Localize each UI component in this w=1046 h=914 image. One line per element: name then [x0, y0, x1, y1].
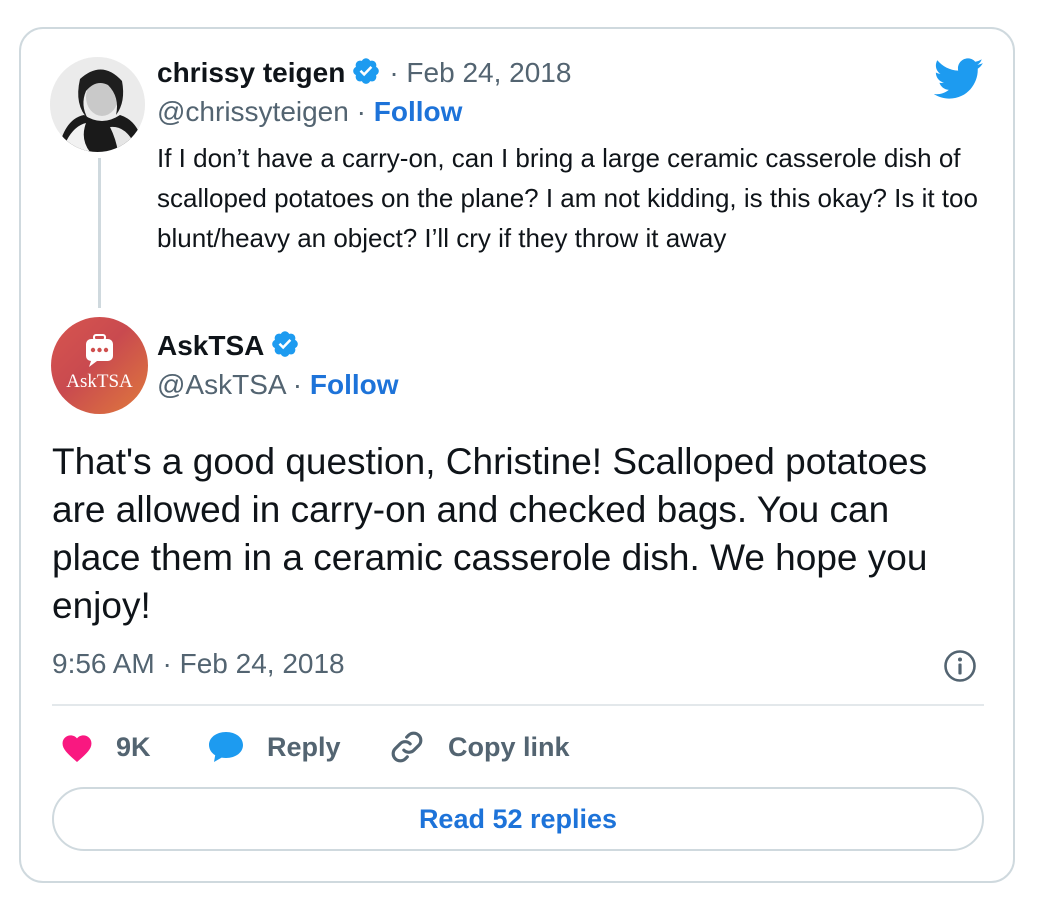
read-replies-label: Read 52 replies [418, 803, 618, 834]
quoted-follow-link[interactable]: Follow [374, 96, 463, 127]
quoted-date[interactable]: · Feb 24, 2018 [389, 57, 571, 88]
tweet-timestamp[interactable]: 9:56 AM · Feb 24, 2018 [52, 648, 345, 680]
chrissy-avatar[interactable] [50, 57, 145, 152]
quoted-tweet-text: If I don’t have a carry-on, can I bring … [157, 143, 978, 253]
twitter-bird-icon[interactable] [933, 58, 984, 100]
like-button[interactable]: 9K [60, 727, 151, 767]
reply-bubble-icon [207, 730, 245, 764]
read-replies-button[interactable]: Read 52 replies [52, 787, 984, 851]
verified-badge-icon [270, 329, 300, 366]
reply-author-header: AskTSA [157, 329, 300, 366]
quoted-author-header: chrissy teigen · Feb 24, 2018 [157, 56, 571, 93]
reply-handle-row: @AskTSA · Follow [157, 369, 399, 400]
link-icon [388, 728, 426, 766]
asktsa-avatar[interactable]: AskTSA [51, 317, 148, 414]
reply-label: Reply [267, 731, 341, 762]
quoted-handle[interactable]: @chrissyteigen [157, 96, 349, 127]
thread-line [98, 158, 101, 308]
heart-icon [60, 731, 94, 763]
reply-tweet-text: That's a good question, Christine! Scall… [52, 441, 928, 626]
asktsa-avatar-text: AskTSA [66, 371, 133, 392]
copy-link-button[interactable]: Copy link [388, 727, 570, 767]
info-icon[interactable] [943, 649, 977, 683]
quoted-handle-row: @chrissyteigen · Follow [157, 96, 463, 127]
like-count: 9K [116, 731, 151, 762]
reply-follow-link[interactable]: Follow [310, 369, 399, 400]
verified-badge-icon [351, 56, 381, 93]
reply-handle[interactable]: @AskTSA [157, 369, 285, 400]
quoted-author-name[interactable]: chrissy teigen [157, 57, 345, 88]
divider [52, 704, 984, 706]
copy-link-label: Copy link [448, 731, 570, 762]
reply-button[interactable]: Reply [207, 727, 341, 767]
reply-author-name[interactable]: AskTSA [157, 330, 264, 361]
